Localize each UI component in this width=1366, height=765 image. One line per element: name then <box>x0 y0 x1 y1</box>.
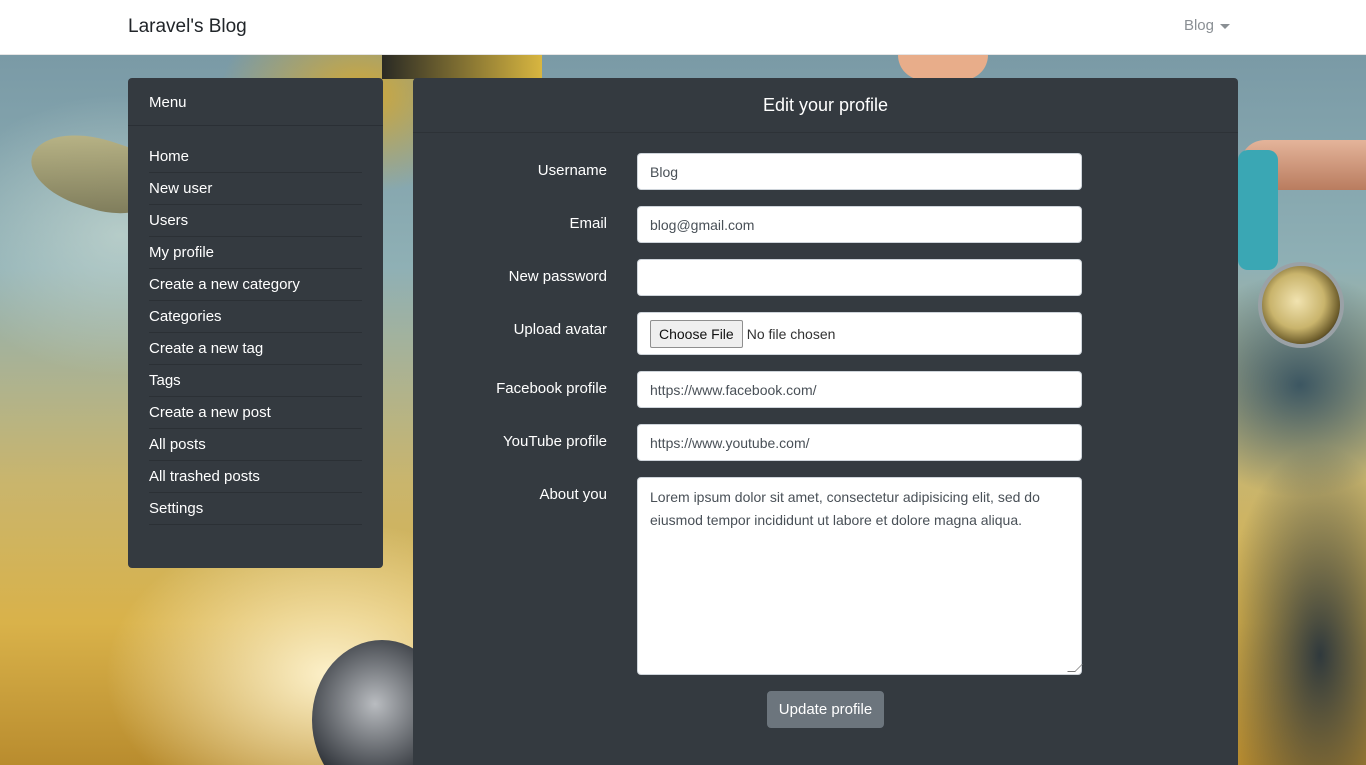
resize-handle-icon[interactable] <box>1067 664 1083 672</box>
background-plane-detail <box>382 55 542 79</box>
email-label: Email <box>569 215 607 232</box>
sidebar-item-create-post[interactable]: Create a new post <box>149 397 362 429</box>
user-dropdown[interactable]: Blog <box>1184 17 1230 34</box>
sidebar-item-home[interactable]: Home <box>149 141 362 173</box>
sidebar-item-users[interactable]: Users <box>149 205 362 237</box>
background-figure-head <box>898 55 988 80</box>
sidebar-item-tags[interactable]: Tags <box>149 365 362 397</box>
sidebar-item-create-tag[interactable]: Create a new tag <box>149 333 362 365</box>
sidebar-item-trashed-posts[interactable]: All trashed posts <box>149 461 362 493</box>
caret-down-icon <box>1220 23 1230 29</box>
username-label: Username <box>537 162 607 179</box>
sidebar-item-my-profile[interactable]: My profile <box>149 237 362 269</box>
youtube-label: YouTube profile <box>503 433 607 450</box>
sidebar-item-categories[interactable]: Categories <box>149 301 362 333</box>
email-input[interactable]: blog@gmail.com <box>637 206 1082 243</box>
youtube-input[interactable]: https://www.youtube.com/ <box>637 424 1082 461</box>
brand-link[interactable]: Laravel's Blog <box>128 16 247 38</box>
background-headlamp <box>1258 262 1344 348</box>
username-input[interactable]: Blog <box>637 153 1082 190</box>
sidebar-item-new-user[interactable]: New user <box>149 173 362 205</box>
password-input[interactable] <box>637 259 1082 296</box>
facebook-label: Facebook profile <box>496 380 607 397</box>
sidebar-item-all-posts[interactable]: All posts <box>149 429 362 461</box>
sidebar-list: Home New user Users My profile Create a … <box>128 126 383 525</box>
avatar-file-input[interactable]: Choose File No file chosen <box>637 312 1082 355</box>
sidebar-title: Menu <box>128 78 383 126</box>
top-navbar: Laravel's Blog Blog <box>0 0 1366 55</box>
user-dropdown-label: Blog <box>1183 17 1214 34</box>
about-text: Lorem ipsum dolor sit amet, consectetur … <box>650 489 1040 528</box>
facebook-input[interactable]: https://www.facebook.com/ <box>637 371 1082 408</box>
panel-title: Edit your profile <box>413 78 1238 133</box>
about-label: About you <box>539 486 607 503</box>
about-textarea[interactable]: Lorem ipsum dolor sit amet, consectetur … <box>637 477 1083 675</box>
edit-profile-panel: Edit your profile Username Blog Email bl… <box>413 78 1238 765</box>
sidebar-menu: Menu Home New user Users My profile Crea… <box>128 78 383 568</box>
sidebar-item-create-category[interactable]: Create a new category <box>149 269 362 301</box>
avatar-label: Upload avatar <box>513 321 607 338</box>
choose-file-button[interactable]: Choose File <box>650 319 743 348</box>
update-profile-button[interactable]: Update profile <box>767 691 884 728</box>
background-figure-sleeve <box>1238 150 1278 270</box>
sidebar-item-settings[interactable]: Settings <box>149 493 362 525</box>
password-label: New password <box>508 268 607 285</box>
file-status-text: No file chosen <box>746 325 836 342</box>
